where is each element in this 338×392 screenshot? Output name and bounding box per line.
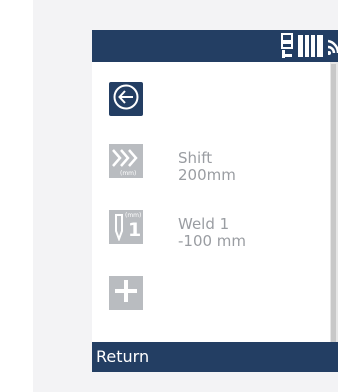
weld-index: 1 bbox=[128, 219, 142, 241]
shift-tile: (mm) bbox=[109, 144, 143, 178]
shift-unit: (mm) bbox=[120, 170, 137, 177]
add-button[interactable] bbox=[109, 276, 143, 310]
menu-list: (mm) Shift 200mm (mm) 1 Weld 1 -100 mm bbox=[92, 62, 330, 372]
return-label: Return bbox=[96, 347, 150, 366]
weld-tile: (mm) 1 bbox=[109, 210, 143, 244]
battery-icon bbox=[298, 33, 324, 63]
device-screen: (mm) Shift 200mm (mm) 1 Weld 1 -100 mm R… bbox=[92, 30, 338, 372]
weld-marker-icon bbox=[113, 213, 125, 245]
shift-label: Shift 200mm bbox=[178, 150, 236, 184]
scrollbar-thumb[interactable] bbox=[331, 64, 336, 344]
sensor-icon bbox=[280, 33, 294, 63]
back-arrow-icon bbox=[112, 83, 140, 115]
status-bar bbox=[92, 30, 338, 62]
shift-title: Shift bbox=[178, 149, 213, 167]
vertical-scrollbar[interactable] bbox=[330, 62, 338, 372]
weld-unit: (mm) bbox=[125, 212, 142, 219]
shift-value: 200mm bbox=[178, 166, 236, 184]
wifi-icon bbox=[327, 33, 338, 63]
weld-value: -100 mm bbox=[178, 232, 247, 250]
back-button[interactable] bbox=[109, 82, 143, 116]
status-icons bbox=[280, 33, 338, 63]
weld-title: Weld 1 bbox=[178, 215, 230, 233]
return-button[interactable]: Return bbox=[92, 342, 338, 372]
weld-label: Weld 1 -100 mm bbox=[178, 216, 246, 250]
plus-icon bbox=[114, 279, 138, 307]
